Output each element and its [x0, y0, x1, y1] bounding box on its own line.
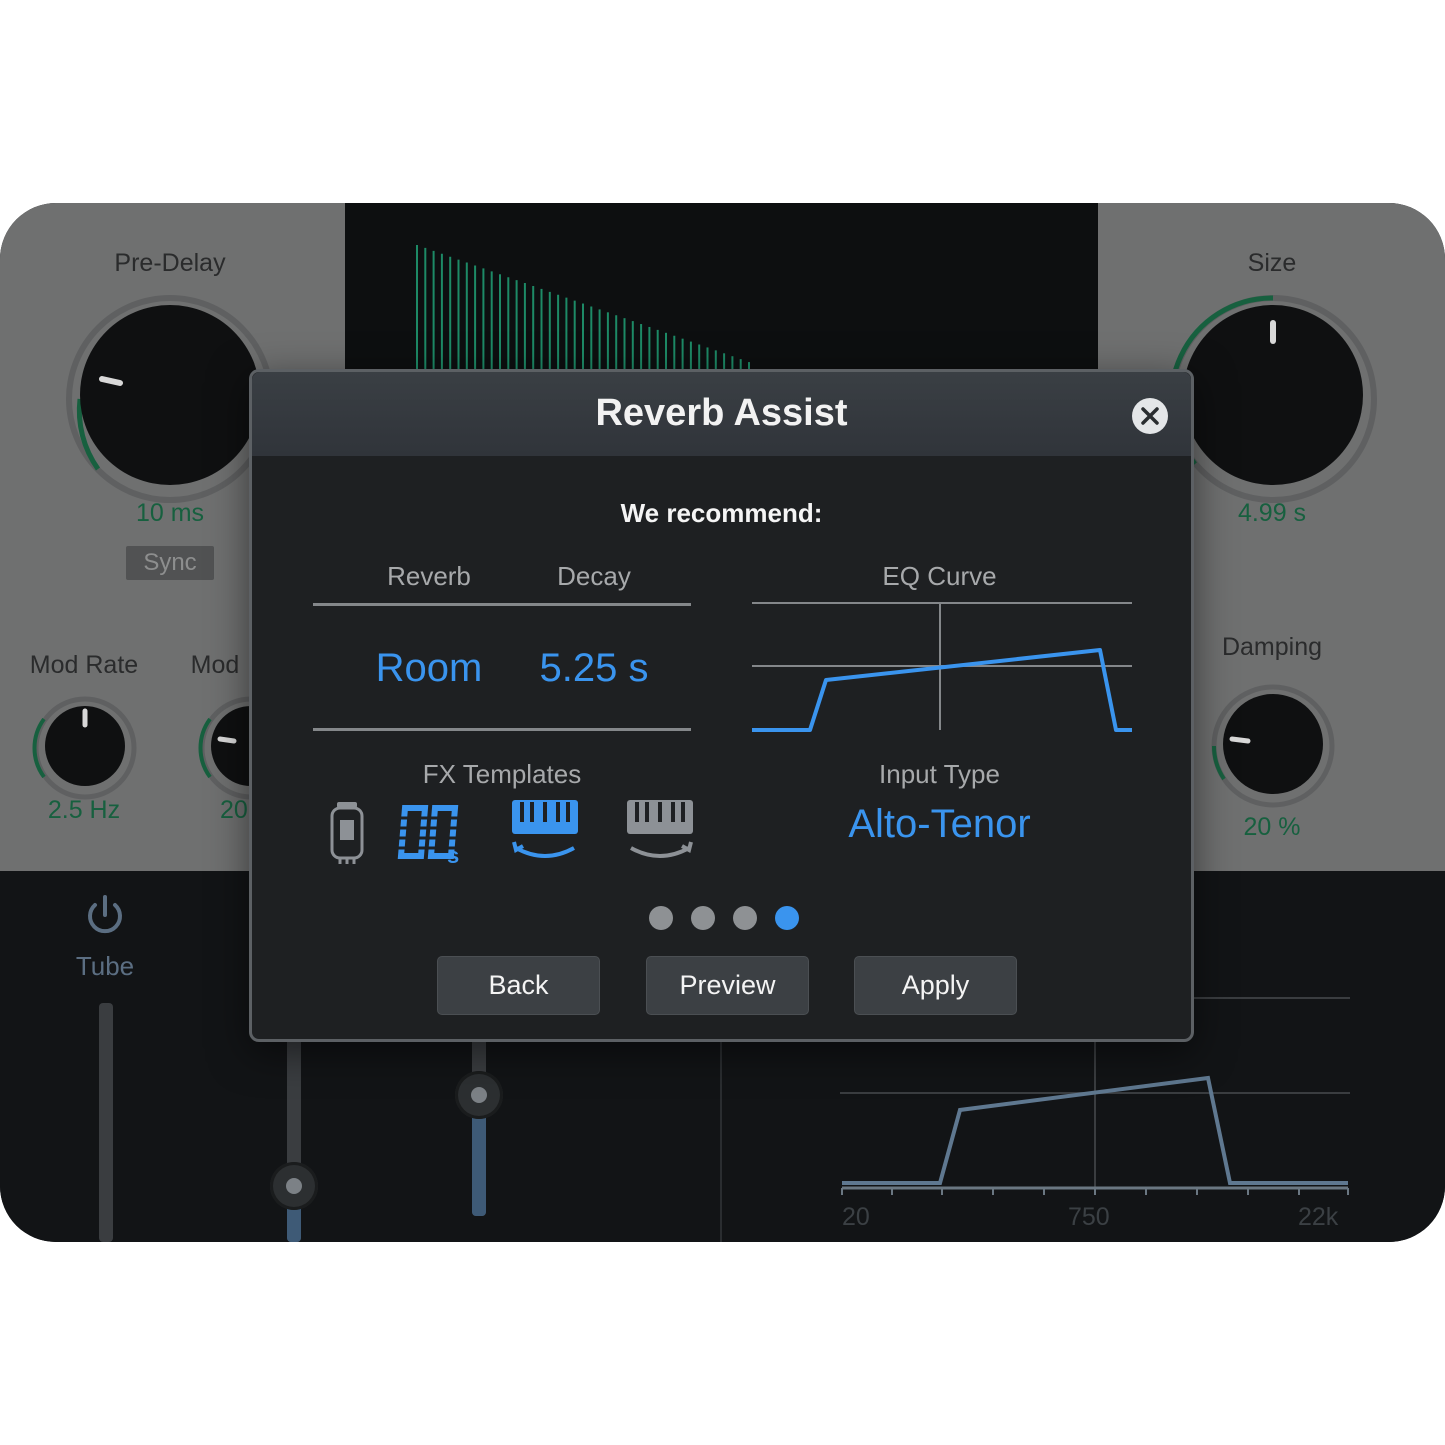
divider-bottom — [313, 728, 691, 731]
close-icon — [1141, 407, 1159, 425]
size-label: Size — [1247, 249, 1297, 277]
reverb-type-value: Room — [375, 646, 483, 690]
freq-label-high: 22k — [1298, 1203, 1339, 1231]
tube-icon — [330, 802, 364, 864]
mod-rate-value: 2.5 Hz — [47, 796, 121, 824]
pre-delay-label: Pre-Delay — [114, 249, 226, 277]
damping-knob[interactable] — [1208, 681, 1338, 816]
apply-button[interactable]: Apply — [854, 956, 1017, 1015]
size-knob[interactable] — [1163, 289, 1383, 514]
svg-text:s: s — [447, 843, 459, 864]
slider-thumb-1[interactable] — [270, 1162, 318, 1210]
freq-label-low: 20 — [842, 1203, 870, 1231]
sync-button[interactable]: Sync — [126, 546, 214, 580]
page-dot-1[interactable] — [649, 906, 673, 930]
damping-label: Damping — [1221, 633, 1323, 661]
mod-rate-label: Mod Rate — [29, 651, 139, 679]
freq-label-mid: 750 — [1068, 1203, 1110, 1231]
preview-button[interactable]: Preview — [646, 956, 809, 1015]
power-icon — [88, 895, 122, 934]
damping-value: 20 % — [1243, 813, 1301, 841]
page-dot-4[interactable] — [775, 906, 799, 930]
tube-slider-track[interactable] — [99, 1003, 113, 1242]
divider-top — [313, 603, 691, 606]
eq-curve-column-label: EQ Curve — [882, 561, 997, 591]
fx-template-keys-1[interactable] — [510, 798, 580, 869]
pre-delay-knob[interactable] — [60, 289, 280, 514]
tube-power-button[interactable] — [82, 893, 128, 944]
keys-up-icon — [627, 800, 693, 858]
mod-depth-label: Mod — [190, 651, 240, 679]
decay-value: 5.25 s — [539, 646, 649, 690]
fx-template-80s[interactable]: s — [397, 804, 467, 869]
dialog-title: Reverb Assist — [595, 392, 848, 434]
dialog-header: Reverb Assist — [252, 372, 1191, 456]
reverb-column-label: Reverb — [387, 561, 471, 591]
input-type-value: Alto-Tenor — [848, 802, 1031, 846]
page-dot-2[interactable] — [691, 906, 715, 930]
tube-label: Tube — [75, 951, 135, 981]
keys-down-icon — [512, 800, 578, 858]
decay-column-label: Decay — [557, 561, 631, 591]
mod-rate-knob[interactable] — [30, 693, 140, 808]
back-button[interactable]: Back — [437, 956, 600, 1015]
fx-templates-label: FX Templates — [422, 759, 582, 789]
input-type-label: Input Type — [879, 759, 1000, 789]
slider-thumb-2[interactable] — [455, 1071, 503, 1119]
fx-template-tube[interactable] — [328, 800, 366, 871]
eq-curve-graph — [752, 602, 1132, 732]
80s-icon: s — [397, 805, 467, 868]
pre-delay-value: 10 ms — [135, 499, 205, 527]
fx-template-keys-2[interactable] — [625, 798, 695, 869]
close-button[interactable] — [1132, 398, 1168, 434]
reverb-assist-dialog: Reverb Assist We recommend: Reverb Decay… — [249, 369, 1194, 1042]
size-value: 4.99 s — [1237, 499, 1307, 527]
page-dot-3[interactable] — [733, 906, 757, 930]
recommend-heading: We recommend: — [620, 498, 823, 528]
